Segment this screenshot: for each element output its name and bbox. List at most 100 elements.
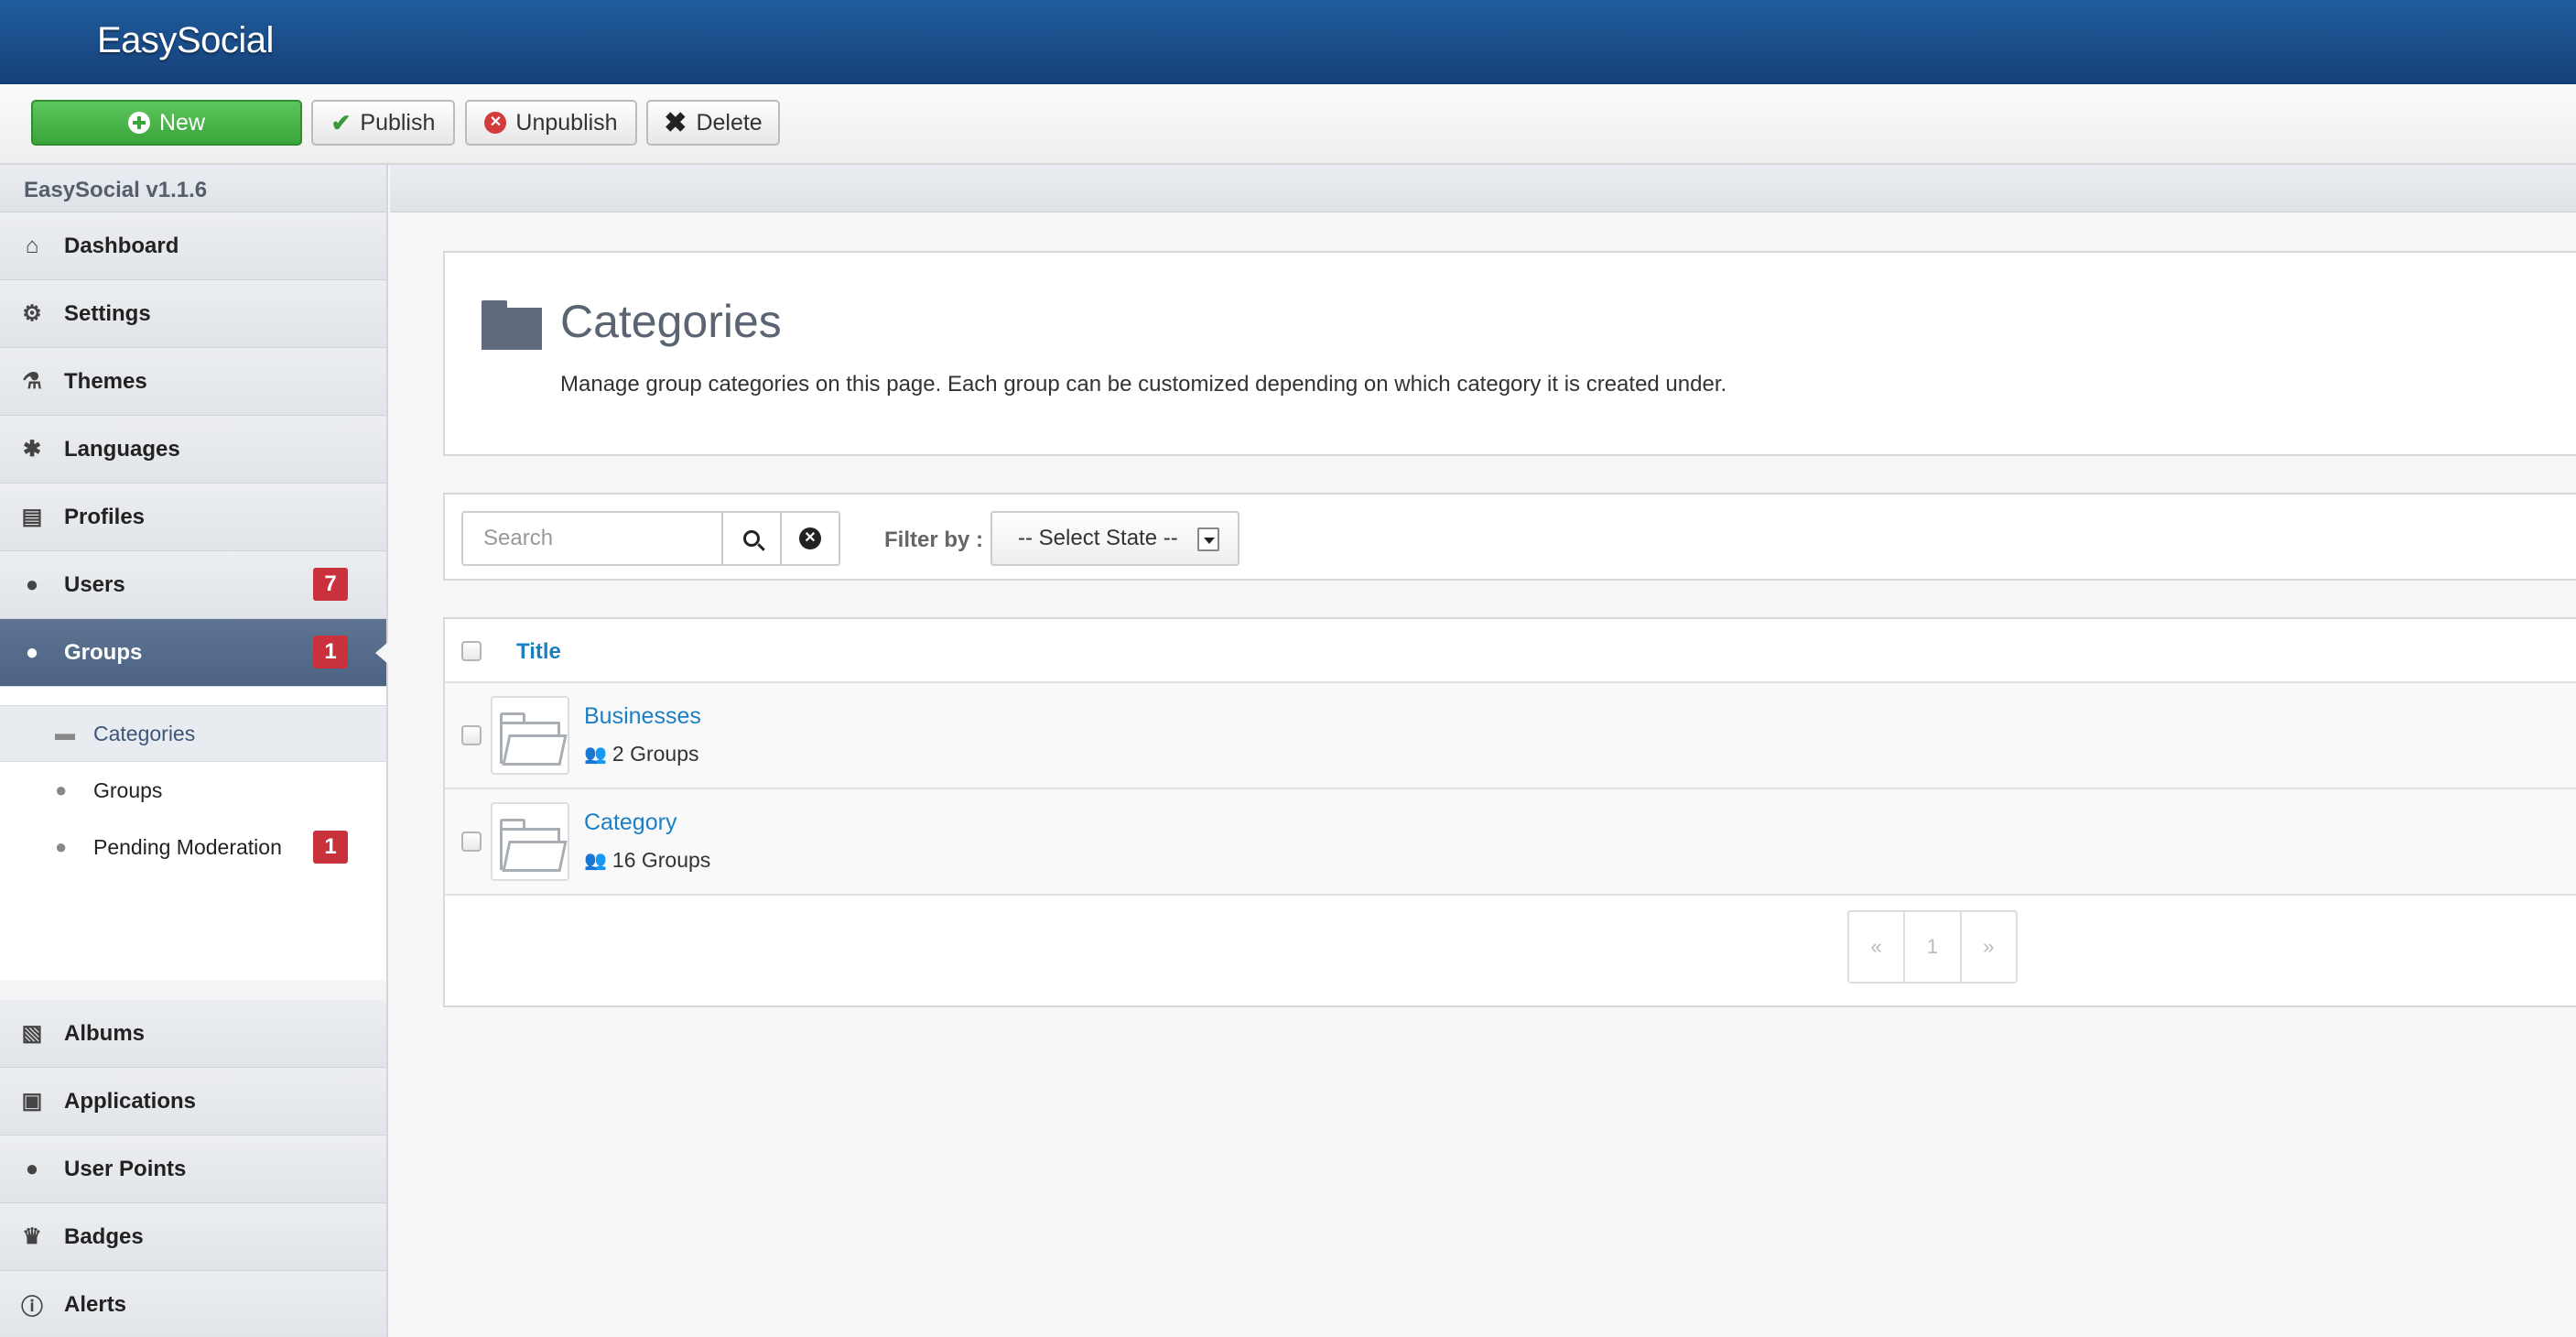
sidebar-item-label: Settings	[64, 300, 151, 326]
crown-icon: ♛	[22, 1224, 42, 1249]
sidebar-item-label: Badges	[64, 1223, 144, 1249]
sidebar-item-themes[interactable]: ⚗ Themes	[0, 348, 386, 416]
page-header-panel: Categories Manage group categories on th…	[443, 251, 2576, 456]
sidebar-item-label: Albums	[64, 1020, 146, 1046]
sidebar-item-label: Profiles	[64, 504, 146, 529]
table-row: Category 👥 16 Groups	[445, 789, 2576, 896]
unpublish-button-label: Unpublish	[515, 109, 618, 136]
app-icon: ▣	[21, 1089, 43, 1114]
filter-label: Filter by :	[884, 527, 984, 552]
state-select[interactable]: -- Select State --	[990, 511, 1239, 566]
groups-subnav: ▬ Categories ● Groups ● Pending Moderati…	[0, 687, 386, 980]
users-icon: 👥	[584, 745, 607, 765]
chevron-down-icon	[1197, 527, 1219, 551]
delete-button[interactable]: ✖ Delete	[646, 100, 780, 146]
sidebar-bottom-nav: ▧ Albums ▣ Applications ● User Points ♛ …	[0, 1000, 386, 1337]
clear-icon: ✕	[799, 527, 821, 549]
plus-circle-icon	[127, 112, 150, 134]
folder-icon	[482, 300, 542, 350]
category-title-link[interactable]: Businesses	[584, 703, 701, 730]
category-title-link[interactable]: Category	[584, 810, 676, 836]
sidebar-item-applications[interactable]: ▣ Applications	[0, 1068, 386, 1136]
row-checkbox[interactable]	[461, 725, 482, 745]
id-card-icon: ▤	[21, 505, 43, 529]
table-row: Businesses 👥 2 Groups	[445, 683, 2576, 789]
gear-icon: ⚙	[22, 301, 42, 326]
new-button-label: New	[158, 109, 205, 136]
search-button[interactable]	[721, 511, 782, 566]
sidebar-item-profiles[interactable]: ▤ Profiles	[0, 484, 386, 551]
delete-button-label: Delete	[696, 109, 763, 136]
users-count-badge: 7	[313, 568, 348, 601]
row-checkbox[interactable]	[461, 832, 482, 852]
sidebar-item-dashboard[interactable]: ⌂ Dashboard	[0, 212, 386, 280]
alert-icon: ⓘ	[21, 1295, 43, 1320]
sidebar-item-albums[interactable]: ▧ Albums	[0, 1000, 386, 1068]
sidebar-item-label: Themes	[64, 368, 147, 394]
subnav-item-label: Pending Moderation	[93, 834, 282, 859]
group-count-text: 2 Groups	[612, 742, 699, 766]
sidebar-item-settings[interactable]: ⚙ Settings	[0, 280, 386, 348]
subnav-item-label: Categories	[93, 721, 196, 745]
table-header: Title	[445, 619, 2576, 683]
pagination-page[interactable]: 1	[1905, 912, 1962, 982]
clear-search-button[interactable]: ✕	[780, 511, 840, 566]
sidebar-item-label: Dashboard	[64, 233, 179, 258]
page-title: Categories	[560, 296, 782, 347]
sidebar-item-users[interactable]: ● Users 7	[0, 551, 386, 619]
content-header-strip	[390, 165, 2576, 212]
sidebar-item-label: Alerts	[64, 1291, 127, 1317]
version-label: EasySocial v1.1.6	[0, 165, 386, 212]
state-select-value: -- Select State --	[1018, 526, 1178, 550]
pagination: « 1 »	[1847, 910, 2018, 984]
subnav-item-label: Groups	[93, 777, 163, 802]
group-count-text: 16 Groups	[612, 848, 711, 872]
select-all-checkbox[interactable]	[461, 641, 482, 661]
publish-button[interactable]: ✔ Publish	[311, 100, 455, 146]
search-input[interactable]: Search	[461, 511, 723, 566]
sidebar-item-languages[interactable]: ✱ Languages	[0, 416, 386, 484]
app-brand[interactable]: EasySocial	[97, 20, 274, 61]
user-icon: ●	[25, 571, 39, 597]
check-icon: ✔	[330, 108, 352, 136]
pagination-next[interactable]: »	[1962, 912, 2016, 982]
sidebar-item-alerts[interactable]: ⓘ Alerts	[0, 1271, 386, 1337]
puzzle-icon: ✱	[22, 437, 42, 462]
users-icon: ●	[25, 639, 39, 665]
category-group-count: 👥 16 Groups	[584, 848, 710, 873]
sidebar-item-label: Languages	[64, 436, 180, 462]
action-toolbar: New ✔ Publish ✕ Unpublish ✖ Delete	[0, 84, 2576, 165]
circle-icon: ●	[25, 1156, 39, 1181]
search-icon	[743, 530, 760, 547]
folder-icon: ▬	[55, 722, 75, 745]
pagination-prev[interactable]: «	[1849, 912, 1906, 982]
category-group-count: 👥 2 Groups	[584, 742, 699, 766]
users-icon: ●	[55, 835, 68, 858]
subnav-item-pending-moderation[interactable]: ● Pending Moderation 1	[0, 819, 386, 875]
sidebar-item-groups[interactable]: ● Groups 1	[0, 619, 388, 687]
folder-thumbnail-icon	[491, 696, 569, 775]
home-icon: ⌂	[25, 233, 39, 258]
folder-thumbnail-icon	[491, 802, 569, 881]
filter-bar: Search ✕ Filter by : -- Select State --	[443, 493, 2576, 581]
column-header-title[interactable]: Title	[516, 639, 561, 665]
publish-button-label: Publish	[360, 109, 436, 136]
sidebar-item-label: Applications	[64, 1088, 197, 1114]
sidebar-item-user-points[interactable]: ● User Points	[0, 1136, 386, 1203]
x-circle-icon: ✕	[484, 112, 507, 134]
sidebar-item-badges[interactable]: ♛ Badges	[0, 1203, 386, 1271]
categories-table: Title Businesses 👥 2 Groups Category 👥 1…	[443, 617, 2576, 1007]
users-icon: ●	[55, 778, 68, 801]
users-icon: 👥	[584, 851, 607, 871]
pending-count-badge: 1	[313, 831, 348, 864]
sidebar-item-label: User Points	[64, 1156, 187, 1181]
flask-icon: ⚗	[22, 369, 42, 394]
new-button[interactable]: New	[31, 100, 302, 146]
page-description: Manage group categories on this page. Ea…	[560, 372, 1727, 397]
subnav-item-groups[interactable]: ● Groups	[0, 762, 386, 819]
sidebar: EasySocial v1.1.6 ⌂ Dashboard ⚙ Settings…	[0, 165, 388, 1337]
unpublish-button[interactable]: ✕ Unpublish	[465, 100, 637, 146]
subnav-item-categories[interactable]: ▬ Categories	[0, 705, 386, 762]
groups-count-badge: 1	[313, 636, 348, 668]
top-header-bar: EasySocial	[0, 0, 2576, 84]
